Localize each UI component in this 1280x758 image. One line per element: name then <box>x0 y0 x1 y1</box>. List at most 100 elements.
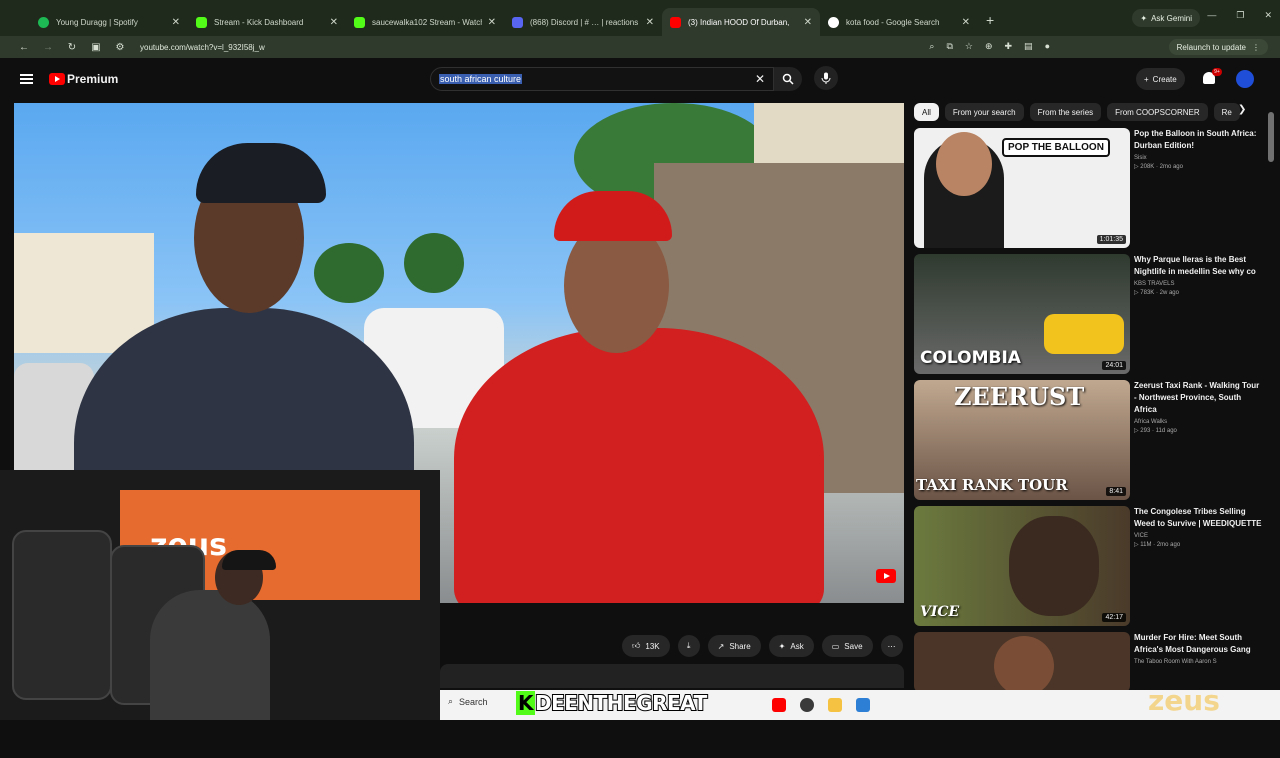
more-menu-icon[interactable]: ⋮ <box>1252 43 1260 52</box>
tab-youtube-active[interactable]: (3) Indian HOOD Of Durban, ✕ <box>662 8 820 36</box>
ask-button[interactable]: ✦ Ask <box>768 635 814 657</box>
video-thumbnail[interactable] <box>914 632 1130 692</box>
more-actions-button[interactable]: ⋯ <box>880 635 903 657</box>
cast-icon[interactable]: ⧉ <box>946 41 952 52</box>
video-thumbnail[interactable]: VICE 42:17 <box>914 506 1130 626</box>
video-info: The Congolese Tribes Selling Weed to Sur… <box>1134 506 1262 548</box>
back-icon[interactable]: ← <box>12 42 36 53</box>
close-tab-icon[interactable]: ✕ <box>804 17 812 28</box>
close-tab-icon[interactable]: ✕ <box>330 17 338 28</box>
video-meta: ▷ 208K · 2mo ago <box>1134 164 1183 170</box>
puzzle-icon[interactable]: ✚ <box>1005 41 1013 52</box>
related-video[interactable]: POP THE BALLOON 1:01:35 Pop the Balloon … <box>914 128 1262 254</box>
tab-kick-dashboard[interactable]: Stream - Kick Dashboard ✕ <box>188 8 346 36</box>
tab-kick-stream[interactable]: saucewalka102 Stream - Watch ✕ <box>346 8 504 36</box>
like-button[interactable]: 👍︎ 13K <box>622 635 670 657</box>
kick-icon <box>196 16 207 28</box>
close-tab-icon[interactable]: ✕ <box>962 17 970 28</box>
channel-name[interactable]: The Taboo Room With Aaron S <box>1134 659 1262 665</box>
tab-discord[interactable]: (868) Discord | # … | reactions ✕ <box>504 8 662 36</box>
channel-name[interactable]: VICE <box>1134 533 1262 539</box>
channel-name[interactable]: Sisix <box>1134 155 1262 161</box>
taskbar-apps <box>772 698 870 712</box>
maximize-icon[interactable]: ❐ <box>1236 10 1244 21</box>
youtube-app-icon[interactable] <box>772 698 786 712</box>
window-controls: — ❐ ✕ <box>1207 10 1272 21</box>
thumbs-up-icon: 👍︎ <box>632 641 641 650</box>
chrome-app-icon[interactable] <box>800 698 814 712</box>
close-tab-icon[interactable]: ✕ <box>646 17 654 28</box>
bookmark-star-icon[interactable]: ☆ <box>965 41 973 52</box>
side-panel-icon[interactable]: ▣ <box>84 42 108 53</box>
search-button[interactable] <box>774 67 802 91</box>
youtube-premium-label[interactable]: Premium <box>67 72 118 86</box>
video-thumbnail[interactable]: ZEERUST TAXI RANK TOUR 8:41 <box>914 380 1130 500</box>
chip-from-the-series[interactable]: From the series <box>1029 103 1102 121</box>
description-box[interactable] <box>440 664 904 688</box>
black-cap <box>196 143 326 203</box>
clear-search-icon[interactable]: ✕ <box>755 72 765 86</box>
new-tab-button[interactable]: + <box>986 12 994 28</box>
sponsor-watermark: zeus <box>1148 684 1220 717</box>
voice-search-button[interactable] <box>814 66 838 90</box>
video-title[interactable]: Murder For Hire: Meet South Africa's Mos… <box>1134 632 1262 656</box>
youtube-icon <box>670 16 681 28</box>
page-scrollbar[interactable] <box>1268 112 1274 162</box>
extension-icon[interactable]: ⊕ <box>985 41 993 52</box>
relaunch-label: Relaunch to update <box>1176 42 1246 52</box>
create-button[interactable]: + Create <box>1136 68 1185 90</box>
save-button[interactable]: ▭ Save <box>821 635 873 657</box>
tab-spotify[interactable]: Young Duragg | Spotify ✕ <box>30 8 188 36</box>
url-field[interactable]: youtube.com/watch?v=l_932I58j_w <box>140 43 265 52</box>
dislike-button[interactable]: ⤓ <box>677 635 700 657</box>
video-meta: ▷ 783K · 2w ago <box>1134 290 1179 296</box>
video-title[interactable]: Pop the Balloon in South Africa: Durban … <box>1134 128 1262 152</box>
account-avatar[interactable] <box>1236 70 1254 88</box>
reload-icon[interactable]: ↻ <box>60 42 84 53</box>
minimize-icon[interactable]: — <box>1207 10 1216 21</box>
channel-name[interactable]: KBS TRAVELS <box>1134 281 1262 287</box>
share-button[interactable]: ↗ Share <box>707 635 761 657</box>
video-title[interactable]: Why Parque lleras is the Best Nightlife … <box>1134 254 1262 278</box>
discord-icon <box>512 16 523 28</box>
menu-icon[interactable] <box>20 74 33 84</box>
related-video[interactable]: VICE 42:17 The Congolese Tribes Selling … <box>914 506 1262 632</box>
thumbnail-caption: POP THE BALLOON <box>1002 138 1110 157</box>
video-thumbnail[interactable]: POP THE BALLOON 1:01:35 <box>914 128 1130 248</box>
file-explorer-icon[interactable] <box>828 698 842 712</box>
youtube-logo-icon[interactable] <box>49 73 65 85</box>
taskbar-search[interactable]: ⌕ Search <box>448 696 488 707</box>
chip-from-channel[interactable]: From COOPSCORNER <box>1107 103 1208 121</box>
tab-search-icon[interactable]: ▤ <box>1024 41 1033 52</box>
search-input[interactable]: south african culture ✕ <box>430 67 774 91</box>
channel-name[interactable]: Africa Walks <box>1134 419 1262 425</box>
profile-icon[interactable]: ● <box>1045 41 1050 52</box>
chip-related[interactable]: Re <box>1213 103 1240 121</box>
thumbnail-caption: VICE <box>920 604 960 620</box>
close-tab-icon[interactable]: ✕ <box>488 17 496 28</box>
ask-gemini-button[interactable]: ✦ Ask Gemini <box>1132 9 1200 27</box>
app-icon[interactable] <box>856 698 870 712</box>
thumbnail-face <box>1009 516 1099 616</box>
tab-google-search[interactable]: kota food - Google Search ✕ <box>820 8 978 36</box>
youtube-header: Premium south african culture ✕ + Create… <box>0 58 1280 102</box>
zoom-icon[interactable]: ⌕ <box>929 41 934 52</box>
close-tab-icon[interactable]: ✕ <box>172 17 180 28</box>
related-video[interactable]: COLOMBIA 24:01 Why Parque lleras is the … <box>914 254 1262 380</box>
relaunch-to-update-button[interactable]: Relaunch to update ⋮ <box>1168 39 1268 55</box>
forward-icon[interactable]: → <box>36 42 60 53</box>
notification-count-badge: 9+ <box>1212 68 1222 76</box>
chip-from-your-search[interactable]: From your search <box>944 103 1024 121</box>
site-info-icon[interactable]: ⚙ <box>108 42 132 53</box>
video-title[interactable]: Zeerust Taxi Rank - Walking Tour - North… <box>1134 380 1262 416</box>
ask-label: Ask <box>790 641 804 651</box>
chevron-right-icon[interactable]: ❯ <box>1238 104 1246 115</box>
video-thumbnail[interactable]: COLOMBIA 24:01 <box>914 254 1130 374</box>
close-window-icon[interactable]: ✕ <box>1264 10 1272 21</box>
palm-tree <box>314 243 384 303</box>
video-duration: 1:01:35 <box>1096 235 1126 244</box>
video-title[interactable]: The Congolese Tribes Selling Weed to Sur… <box>1134 506 1262 530</box>
related-video[interactable]: ZEERUST TAXI RANK TOUR 8:41 Zeerust Taxi… <box>914 380 1262 506</box>
search-query[interactable]: south african culture <box>439 74 523 84</box>
chip-all[interactable]: All <box>914 103 939 121</box>
